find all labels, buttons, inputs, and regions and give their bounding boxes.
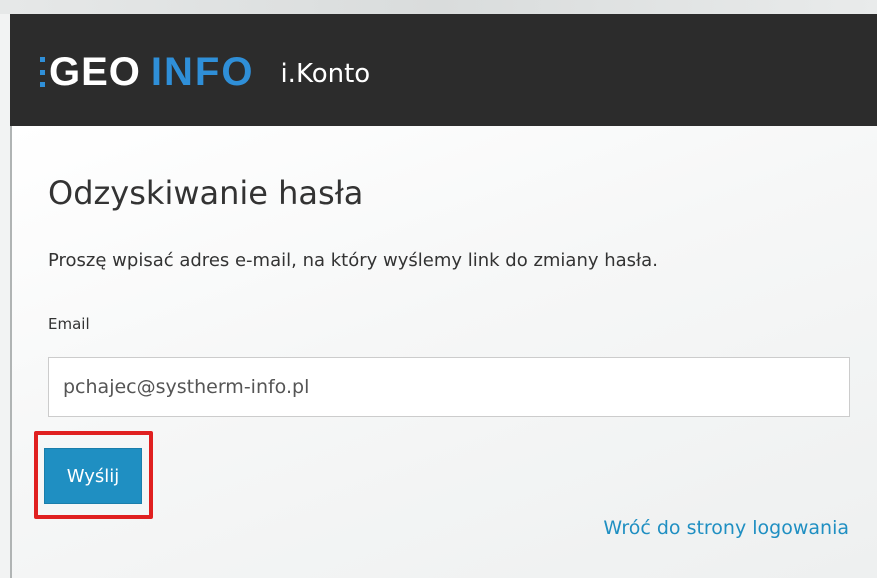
top-strip (0, 0, 877, 14)
page: GEO INFO i.Konto Odzyskiwanie hasła Pros… (0, 0, 877, 578)
logo-dots-icon (40, 57, 45, 87)
logo-geo-text: GEO (49, 49, 141, 94)
app-name: i.Konto (280, 59, 371, 89)
logo-info-text: INFO (150, 49, 255, 94)
instructions-text: Proszę wpisać adres e-mail, na który wyś… (48, 250, 658, 271)
back-to-login-link[interactable]: Wróć do strony logowania (603, 517, 849, 539)
password-recovery-panel: Odzyskiwanie hasła Proszę wpisać adres e… (12, 126, 877, 578)
page-title: Odzyskiwanie hasła (48, 174, 364, 212)
app-header: GEO INFO i.Konto (10, 14, 877, 126)
email-input[interactable] (48, 357, 850, 417)
submit-button[interactable]: Wyślij (44, 448, 142, 504)
geoinfo-logo[interactable]: GEO INFO i.Konto (40, 44, 370, 100)
email-label: Email (48, 315, 90, 333)
